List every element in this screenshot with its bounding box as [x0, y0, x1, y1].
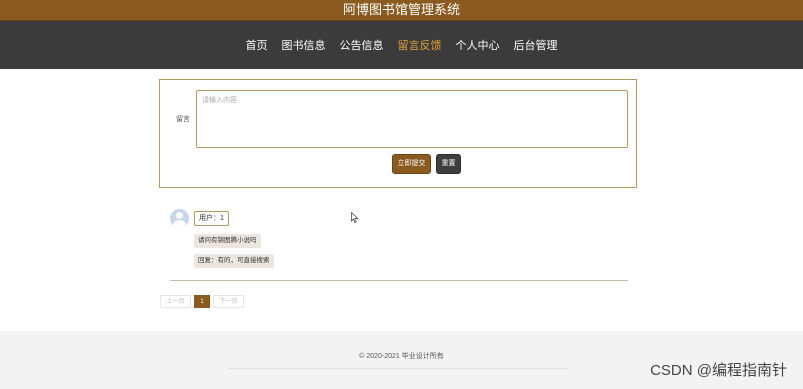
nav-item-feedback[interactable]: 留言反馈 — [398, 37, 442, 53]
nav-item-profile[interactable]: 个人中心 — [456, 37, 500, 53]
message-form: 留言 立即提交 重置 — [159, 79, 637, 188]
nav-item-notices[interactable]: 公告信息 — [340, 37, 384, 53]
message-user-tag: 用户：1 — [194, 211, 229, 226]
pagination-page-1[interactable]: 1 — [194, 295, 210, 308]
footer-divider — [228, 368, 568, 369]
site-title: 阿博图书馆管理系统 — [342, 2, 460, 17]
user-avatar-icon — [170, 209, 189, 228]
message-textarea[interactable] — [196, 90, 628, 148]
message-content: 请问有锦图腾小说吗 — [194, 234, 261, 248]
nav-item-home[interactable]: 首页 — [246, 37, 268, 53]
watermark-text: CSDN @编程指南针 — [650, 362, 787, 379]
message-reply: 回复：有的，可直接搜索 — [194, 254, 274, 268]
pagination-prev-button[interactable]: 上一页 — [160, 295, 191, 308]
reset-button[interactable]: 重置 — [436, 154, 461, 174]
mouse-cursor-icon — [351, 212, 359, 223]
message-label: 留言 — [176, 116, 190, 123]
main-navbar: 首页 图书信息 公告信息 留言反馈 个人中心 后台管理 — [0, 21, 803, 69]
divider — [170, 280, 628, 281]
submit-button[interactable]: 立即提交 — [392, 154, 431, 174]
site-title-bar: 阿博图书馆管理系统 — [0, 0, 803, 21]
nav-menu: 首页 图书信息 公告信息 留言反馈 个人中心 后台管理 — [0, 21, 803, 69]
nav-item-books[interactable]: 图书信息 — [282, 37, 326, 53]
pagination-next-button[interactable]: 下一页 — [213, 295, 244, 308]
nav-item-admin[interactable]: 后台管理 — [514, 37, 558, 53]
